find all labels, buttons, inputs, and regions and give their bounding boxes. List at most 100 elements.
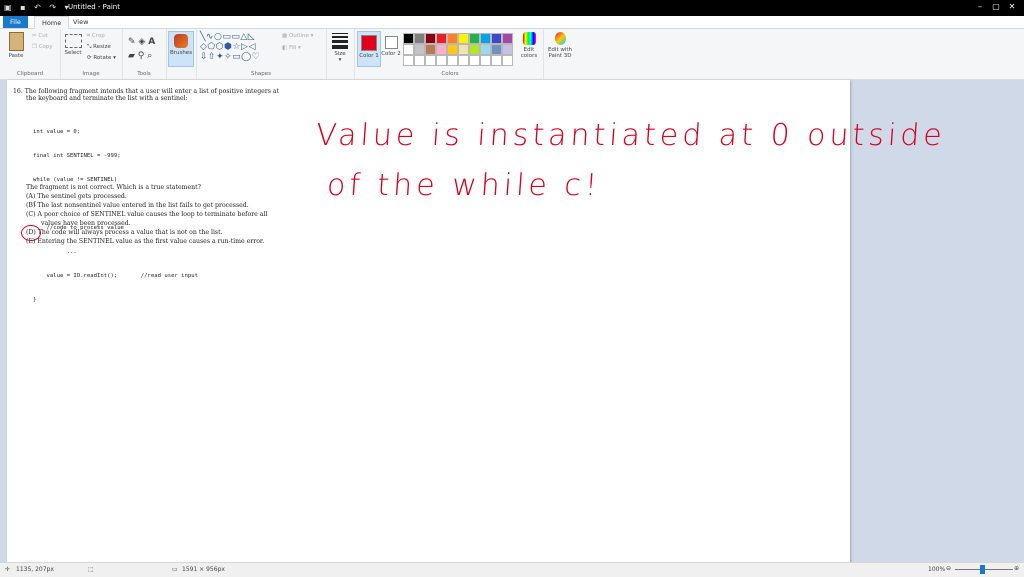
ribbon-tabs: File Home View [0, 16, 1024, 29]
color1-label: Color 1 [359, 53, 379, 59]
palette-swatch[interactable] [458, 55, 469, 66]
zoom-slider-thumb[interactable] [980, 565, 985, 574]
pencil-icon[interactable]: ✎ [128, 37, 136, 47]
tab-view[interactable]: View [66, 16, 95, 28]
maximize-icon[interactable]: ▢ [990, 2, 1002, 13]
palette-swatch[interactable] [469, 44, 480, 55]
palette-swatch[interactable] [469, 55, 480, 66]
paint-window: ▣ ▪ ↶ ↷ ▾ Untitled - Paint – ▢ ✕ File Ho… [0, 0, 1024, 577]
image-group: Select ⌗ Crop ⤡ Resize ⟳ Rotate ▾ Image [60, 29, 123, 79]
cursor-position: 1135, 207px [16, 566, 54, 573]
quick-access-toolbar[interactable]: ▣ ▪ ↶ ↷ ▾ [4, 3, 72, 12]
cursor-icon: ✛ [5, 566, 11, 573]
eraser-icon[interactable]: ▰ [128, 51, 135, 61]
palette-swatch[interactable] [414, 33, 425, 44]
tab-home[interactable]: Home [34, 16, 70, 29]
image-size-icon: ▭ [172, 566, 178, 573]
palette-swatch[interactable] [447, 44, 458, 55]
palette-swatch[interactable] [491, 44, 502, 55]
color-palette [403, 33, 513, 66]
fill-icon[interactable]: ◈ [138, 37, 145, 47]
palette-swatch[interactable] [436, 33, 447, 44]
cut-label: Cut [38, 33, 48, 39]
palette-swatch[interactable] [414, 55, 425, 66]
palette-swatch[interactable] [403, 55, 414, 66]
palette-swatch[interactable] [480, 44, 491, 55]
paste-button[interactable]: Paste [4, 32, 28, 59]
color2-swatch [384, 36, 398, 49]
paint3d-button[interactable]: Edit with Paint 3D [546, 32, 574, 59]
paint3d-icon [554, 32, 566, 45]
palette-swatch[interactable] [414, 44, 425, 55]
palette-swatch[interactable] [447, 55, 458, 66]
close-icon[interactable]: ✕ [1006, 2, 1018, 13]
selection-icon: ⬚ [88, 566, 94, 573]
image-label: Image [82, 71, 100, 77]
palette-swatch[interactable] [502, 55, 513, 66]
palette-swatch[interactable] [491, 55, 502, 66]
select-icon [64, 34, 82, 48]
palette-swatch[interactable] [403, 44, 414, 55]
crop-button[interactable]: ⌗ Crop [87, 33, 105, 40]
palette-swatch[interactable] [436, 44, 447, 55]
fill-button[interactable]: ◧ Fill ▾ [282, 45, 301, 51]
color2-button[interactable]: Color 2 [381, 31, 401, 57]
colors-label: Colors [441, 71, 459, 77]
resize-label: Resize [93, 44, 111, 50]
zoom-out-icon[interactable]: ⊖ [946, 565, 951, 572]
palette-swatch[interactable] [480, 33, 491, 44]
palette-swatch[interactable] [502, 33, 513, 44]
palette-swatch[interactable] [469, 33, 480, 44]
handwritten-note-line1: Value is instantiated at 0 outside [314, 118, 947, 153]
brushes-group: Brushes [166, 29, 197, 79]
palette-swatch[interactable] [458, 33, 469, 44]
palette-swatch[interactable] [491, 33, 502, 44]
palette-swatch[interactable] [502, 44, 513, 55]
color1-button[interactable]: Color 1 [357, 31, 381, 67]
palette-swatch[interactable] [436, 55, 447, 66]
palette-swatch[interactable] [447, 33, 458, 44]
ribbon: Paste ✂ Cut ❐ Copy Clipboard Select ⌗ Cr… [0, 29, 1024, 80]
brush-icon [174, 34, 188, 48]
shapes-gallery[interactable]: ╲∿○▭▭△◺ ◇⬠⬡⬢☆▷◁ ⇩⇧✦✧▭◯♡ [200, 32, 276, 62]
rotate-button[interactable]: ⟳ Rotate ▾ [87, 55, 116, 61]
code-line: while (value != SENTINEL) [33, 177, 118, 183]
outline-button[interactable]: ▦ Outline ▾ [282, 33, 313, 39]
shapes-group: ╲∿○▭▭△◺ ◇⬠⬡⬢☆▷◁ ⇩⇧✦✧▭◯♡ ▦ Outline ▾ ◧ Fill… [196, 29, 327, 79]
palette-swatch[interactable] [425, 33, 436, 44]
resize-button[interactable]: ⤡ Resize [87, 44, 111, 51]
tab-file[interactable]: File [3, 16, 28, 28]
copy-button[interactable]: ❐ Copy [32, 44, 53, 50]
statement: The fragment is not correct. Which is a … [26, 184, 201, 191]
window-title: Untitled - Paint [68, 3, 120, 11]
zoom-in-icon[interactable]: ⊕ [1014, 565, 1019, 572]
clipboard-label: Clipboard [16, 71, 44, 77]
select-button[interactable]: Select [63, 34, 83, 56]
size-icon [332, 33, 348, 49]
title-bar: ▣ ▪ ↶ ↷ ▾ Untitled - Paint – ▢ ✕ [0, 0, 1024, 16]
palette-swatch[interactable] [458, 44, 469, 55]
minimize-icon[interactable]: – [974, 2, 986, 13]
size-label: Size [334, 51, 346, 57]
palette-swatch[interactable] [425, 55, 436, 66]
palette-swatch[interactable] [425, 44, 436, 55]
drawing-canvas[interactable]: 16. The following fragment intends that … [7, 80, 947, 562]
window-controls: – ▢ ✕ [974, 2, 1018, 13]
shapes-label: Shapes [250, 71, 272, 77]
magnifier-icon[interactable]: ⌕ [147, 51, 152, 61]
rotate-label: Rotate [93, 55, 112, 61]
outline-label: Outline [288, 33, 309, 39]
brushes-button[interactable]: Brushes [168, 31, 194, 67]
palette-swatch[interactable] [403, 33, 414, 44]
color1-swatch [361, 35, 377, 51]
tools-group: ✎ ◈ A ▰ ⚲ ⌕ Tools [122, 29, 167, 79]
cut-button[interactable]: ✂ Cut [32, 33, 48, 39]
edit-colors-button[interactable]: Edit colors [518, 32, 540, 59]
paint3d-label: Edit with Paint 3D [547, 47, 573, 59]
palette-swatch[interactable] [480, 55, 491, 66]
text-icon[interactable]: A [148, 37, 155, 47]
size-button[interactable]: Size ▾ [330, 33, 350, 63]
color-picker-icon[interactable]: ⚲ [138, 51, 145, 61]
question-line1: 16. The following fragment intends that … [13, 88, 280, 95]
question-line2: the keyboard and terminate the list with… [26, 95, 188, 102]
